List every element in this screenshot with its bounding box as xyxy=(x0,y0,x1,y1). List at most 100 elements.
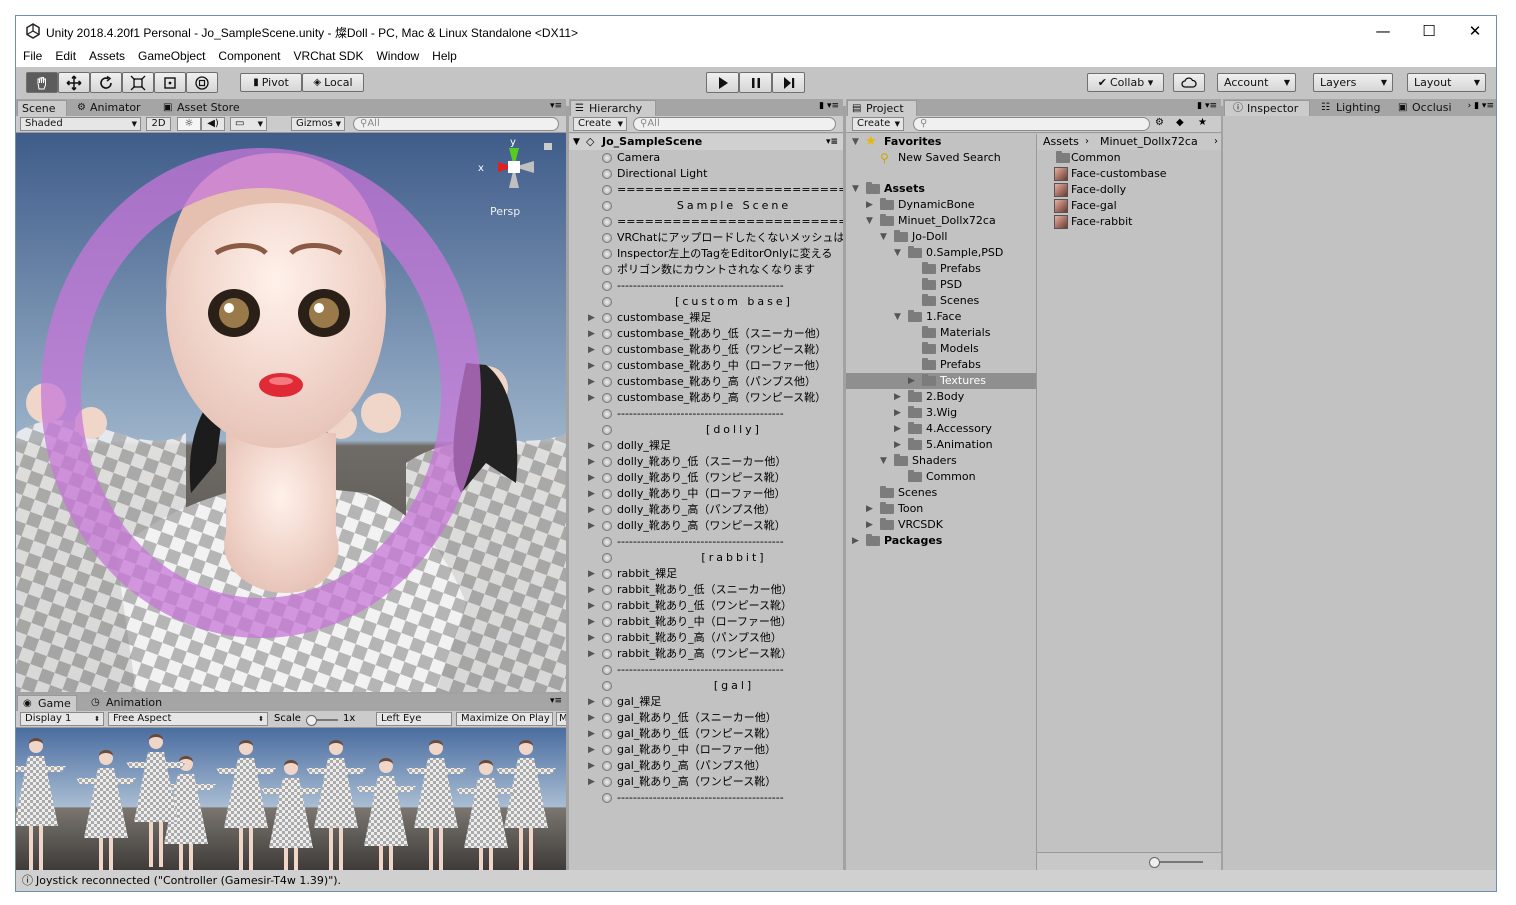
hierarchy-row[interactable]: ========================== xyxy=(569,182,843,198)
hierarchy-row[interactable]: ▶ custombase_靴あり_低（ワンピース靴） xyxy=(569,342,843,358)
expand-arrow-icon[interactable]: ▶ xyxy=(588,390,595,406)
move-tool-button[interactable] xyxy=(58,72,90,93)
hierarchy-row[interactable]: ----------------------------------------… xyxy=(569,278,843,294)
hierarchy-row[interactable]: [custom base] xyxy=(569,294,843,310)
filter-by-label-icon[interactable]: ◆ xyxy=(1176,117,1184,128)
expand-arrow-icon[interactable]: ▶ xyxy=(588,518,595,534)
project-tree-row[interactable]: Prefabs xyxy=(846,357,1036,373)
hierarchy-row[interactable]: ▶ dolly_靴あり_高（ワンピース靴） xyxy=(569,518,843,534)
scale-slider-thumb[interactable] xyxy=(306,715,317,726)
expand-arrow-icon[interactable]: ▶ xyxy=(894,389,901,405)
maximize-on-play-toggle[interactable]: Maximize On Play xyxy=(456,712,553,726)
eye-dropdown[interactable]: Left Eye xyxy=(376,712,452,726)
project-create-dropdown[interactable]: Create ▼ xyxy=(852,117,904,131)
gizmos-dropdown[interactable]: Gizmos ▼ xyxy=(291,117,345,131)
scene-viewport[interactable]: x y Persp xyxy=(16,133,566,692)
step-button[interactable] xyxy=(772,72,805,93)
hierarchy-row[interactable]: Sample Scene xyxy=(569,198,843,214)
minimize-button[interactable]: — xyxy=(1360,16,1406,46)
project-tree-row[interactable]: ⚲ New Saved Search xyxy=(846,150,1036,166)
tab-animation[interactable]: ◷ Animation xyxy=(88,695,178,711)
lock-icon[interactable] xyxy=(544,143,552,150)
panel-menu-icon[interactable]: ▾≡ xyxy=(550,101,562,111)
hierarchy-row[interactable]: Inspector左上のTagをEditorOnlyに変える xyxy=(569,246,843,262)
breadcrumb-more-icon[interactable]: › xyxy=(1214,134,1218,150)
expand-arrow-icon[interactable]: ▼ xyxy=(894,309,901,325)
hierarchy-row[interactable]: ========================== xyxy=(569,214,843,230)
hierarchy-row[interactable]: ▶ gal_靴あり_中（ローファー他） xyxy=(569,742,843,758)
rotate-tool-button[interactable] xyxy=(90,72,122,93)
menu-help[interactable]: Help xyxy=(425,46,463,67)
mute-audio-toggle[interactable]: M xyxy=(556,712,566,726)
expand-arrow-icon[interactable]: ▶ xyxy=(588,694,595,710)
expand-arrow-icon[interactable]: ▶ xyxy=(588,454,595,470)
project-tree-row[interactable]: ▶ 4.Accessory xyxy=(846,421,1036,437)
tab-asset-store[interactable]: ▣ Asset Store xyxy=(162,100,252,116)
hierarchy-row[interactable]: ▶ custombase_靴あり_中（ローファー他） xyxy=(569,358,843,374)
hierarchy-row[interactable]: ▶ rabbit_靴あり_高（ワンピース靴） xyxy=(569,646,843,662)
shading-mode-dropdown[interactable]: Shaded ▼ xyxy=(20,117,141,131)
menu-assets[interactable]: Assets xyxy=(82,46,131,67)
hierarchy-row[interactable]: ▶ dolly_靴あり_低（スニーカー他） xyxy=(569,454,843,470)
audio-toggle[interactable]: ◀) xyxy=(201,117,225,131)
menu-gameobject[interactable]: GameObject xyxy=(131,46,211,67)
expand-arrow-icon[interactable]: ▼ xyxy=(894,245,901,261)
expand-arrow-icon[interactable]: ▶ xyxy=(588,326,595,342)
hierarchy-row[interactable]: ▶ custombase_靴あり_高（ワンピース靴） xyxy=(569,390,843,406)
transform-tool-button[interactable] xyxy=(186,72,218,93)
hierarchy-row[interactable]: ----------------------------------------… xyxy=(569,662,843,678)
play-button[interactable] xyxy=(706,72,739,93)
expand-arrow-icon[interactable]: ▼ xyxy=(880,229,887,245)
menu-component[interactable]: Component xyxy=(211,46,286,67)
project-tree-row[interactable]: PSD xyxy=(846,277,1036,293)
expand-arrow-icon[interactable]: ▶ xyxy=(588,374,595,390)
project-tree-row[interactable]: ▶ 2.Body xyxy=(846,389,1036,405)
expand-arrow-icon[interactable]: ▶ xyxy=(588,710,595,726)
hierarchy-row[interactable]: ▶ gal_靴あり_高（ワンピース靴） xyxy=(569,774,843,790)
hierarchy-row[interactable]: VRChatにアップロードしたくないメッシュは xyxy=(569,230,843,246)
panel-menu-icon[interactable]: › ▮ ▾≡ xyxy=(1468,101,1494,111)
hierarchy-row[interactable]: ▶ rabbit_靴あり_中（ローファー他） xyxy=(569,614,843,630)
hierarchy-row[interactable]: ▶ gal_靴あり_高（パンプス他） xyxy=(569,758,843,774)
menu-file[interactable]: File xyxy=(16,46,48,67)
lighting-toggle[interactable]: ☼ xyxy=(177,117,201,131)
hierarchy-row[interactable]: Camera xyxy=(569,150,843,166)
expand-arrow-icon[interactable]: ▶ xyxy=(588,726,595,742)
account-dropdown[interactable]: Account ▼ xyxy=(1217,73,1296,92)
panel-menu-icon[interactable]: ▾≡ xyxy=(550,696,562,706)
project-tree-row[interactable]: Scenes xyxy=(846,485,1036,501)
tab-inspector[interactable]: ⓘ Inspector xyxy=(1224,100,1310,116)
project-tree-row[interactable]: ▼ ★ Favorites xyxy=(846,134,1036,150)
favorite-star-icon[interactable]: ★ xyxy=(1198,117,1207,128)
tab-project[interactable]: ▤ Project xyxy=(847,100,917,116)
expand-arrow-icon[interactable]: ▶ xyxy=(588,310,595,326)
expand-arrow-icon[interactable]: ▶ xyxy=(866,501,873,517)
expand-arrow-icon[interactable]: ▶ xyxy=(894,437,901,453)
layers-dropdown[interactable]: Layers ▼ xyxy=(1313,73,1393,92)
project-tree-row[interactable]: Models xyxy=(846,341,1036,357)
project-tree-row[interactable]: ▶ 5.Animation xyxy=(846,437,1036,453)
hierarchy-row[interactable]: Directional Light xyxy=(569,166,843,182)
hierarchy-row[interactable]: ----------------------------------------… xyxy=(569,534,843,550)
filter-by-type-icon[interactable]: ⚙ xyxy=(1155,117,1164,128)
expand-arrow-icon[interactable]: ▼ xyxy=(852,134,859,150)
expand-arrow-icon[interactable]: ▶ xyxy=(588,646,595,662)
pivot-toggle[interactable]: ▮ Pivot xyxy=(240,73,302,92)
expand-arrow-icon[interactable]: ▼ xyxy=(852,181,859,197)
hierarchy-row[interactable]: ポリゴン数にカウントされなくなります xyxy=(569,262,843,278)
expand-arrow-icon[interactable]: ▼ xyxy=(866,213,873,229)
hierarchy-row[interactable]: ▶ gal_靴あり_低（ワンピース靴） xyxy=(569,726,843,742)
breadcrumb-assets[interactable]: Assets xyxy=(1043,134,1079,150)
display-dropdown[interactable]: Display 1 ⬍ xyxy=(20,712,104,726)
expand-arrow-icon[interactable]: ▶ xyxy=(588,598,595,614)
hierarchy-row[interactable]: ▶ dolly_靴あり_中（ローファー他） xyxy=(569,486,843,502)
project-tree-row[interactable]: Materials xyxy=(846,325,1036,341)
row-menu-icon[interactable]: ▾≡ xyxy=(826,134,838,150)
tab-animator[interactable]: ⚙ Animator xyxy=(76,100,156,116)
icon-size-slider[interactable] xyxy=(1153,861,1203,863)
hierarchy-row[interactable]: ▶ custombase_靴あり_高（パンプス他） xyxy=(569,374,843,390)
pause-button[interactable] xyxy=(739,72,772,93)
scene-search-input[interactable]: ⚲All xyxy=(353,117,559,131)
expand-arrow-icon[interactable]: ▶ xyxy=(588,742,595,758)
expand-arrow-icon[interactable]: ▶ xyxy=(588,438,595,454)
